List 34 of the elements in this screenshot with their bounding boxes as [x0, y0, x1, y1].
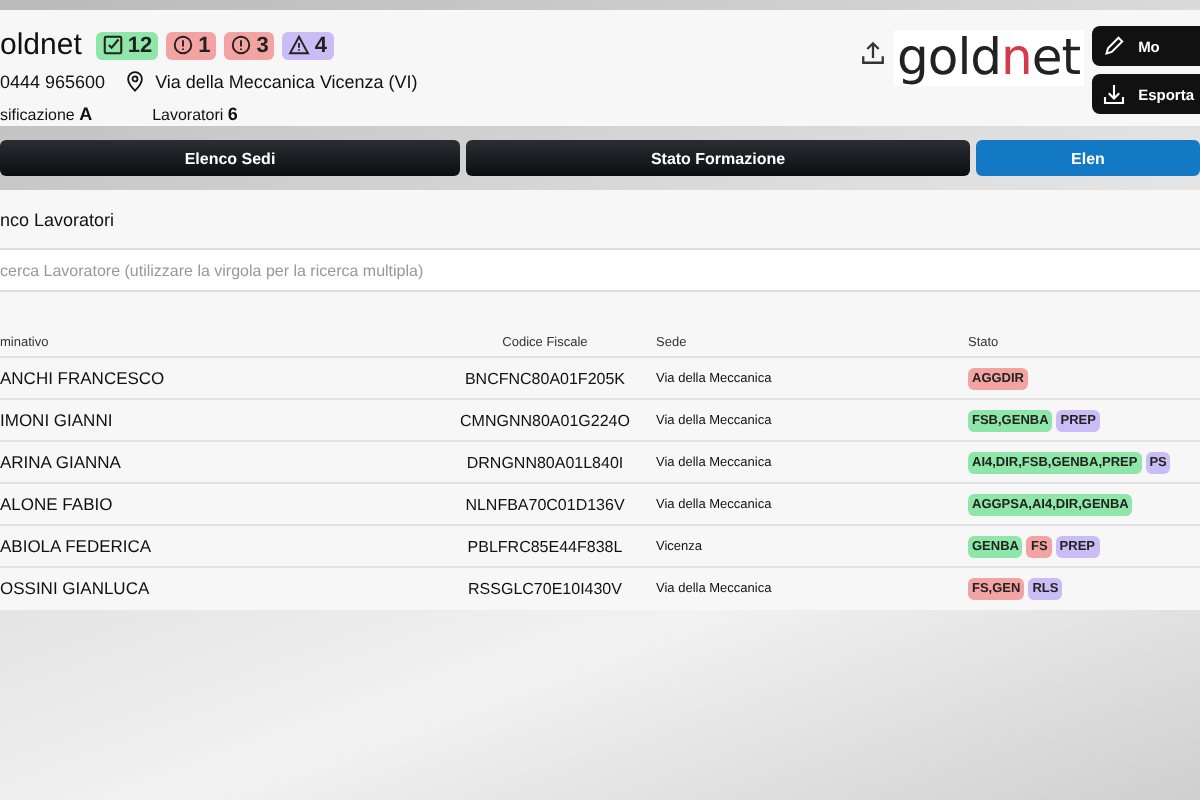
counter-badge: 4 — [282, 31, 333, 59]
tab[interactable]: Stato Formazione — [466, 140, 970, 176]
table-cell-text: ALONE FABIO — [0, 494, 115, 514]
location-pin-icon — [123, 70, 146, 92]
phone-number: 0444 965600 — [0, 71, 106, 91]
table-cell-text: DRNGNN80A01L840I — [464, 453, 626, 471]
table-cell-text: BNCFNC80A01F205K — [462, 369, 628, 387]
download-icon — [1102, 82, 1127, 106]
counter-badge: 3 — [224, 31, 275, 59]
search-field[interactable]: cerca Lavoratore (utilizzare la virgola per la ricerca multipla) — [0, 250, 1200, 292]
table-cell-text: OSSINI GIANLUCA — [0, 578, 152, 598]
tab[interactable]: Elen — [976, 140, 1200, 176]
counter-badge: 12 — [95, 31, 159, 59]
logo: goldnet — [893, 30, 1085, 86]
tab[interactable]: Elenco Sedi — [0, 140, 460, 176]
info-label: sificazione A — [0, 104, 93, 124]
pencil-icon — [1102, 34, 1127, 58]
alert-circle-icon — [230, 34, 253, 56]
table-cell-text: ANCHI FRANCESCO — [0, 368, 167, 388]
info-label: Lavoratori 6 — [152, 104, 238, 124]
table-cell-text: ARINA GIANNA — [0, 452, 123, 472]
table-cell-text: PBLFRC85E44F838L — [465, 537, 625, 555]
checkbox-icon — [101, 34, 124, 56]
table-cell-text: ABIOLA FEDERICA — [0, 536, 154, 556]
company-name: oldnet — [0, 28, 82, 62]
warning-triangle-icon — [288, 34, 311, 56]
upload-icon — [859, 40, 886, 66]
table-cell-text: RSSGLC70E10I430V — [466, 579, 624, 597]
table-cell-text: IMONI GIANNI — [0, 410, 115, 430]
counter-badge: 1 — [166, 31, 217, 59]
address: Via della Meccanica Vicenza (VI) — [155, 71, 418, 91]
alert-circle-icon — [172, 34, 195, 56]
table-cell: CMNGNN80A01G224O — [460, 411, 630, 429]
table-cell-text: NLNFBA70C01D136V — [463, 495, 627, 513]
